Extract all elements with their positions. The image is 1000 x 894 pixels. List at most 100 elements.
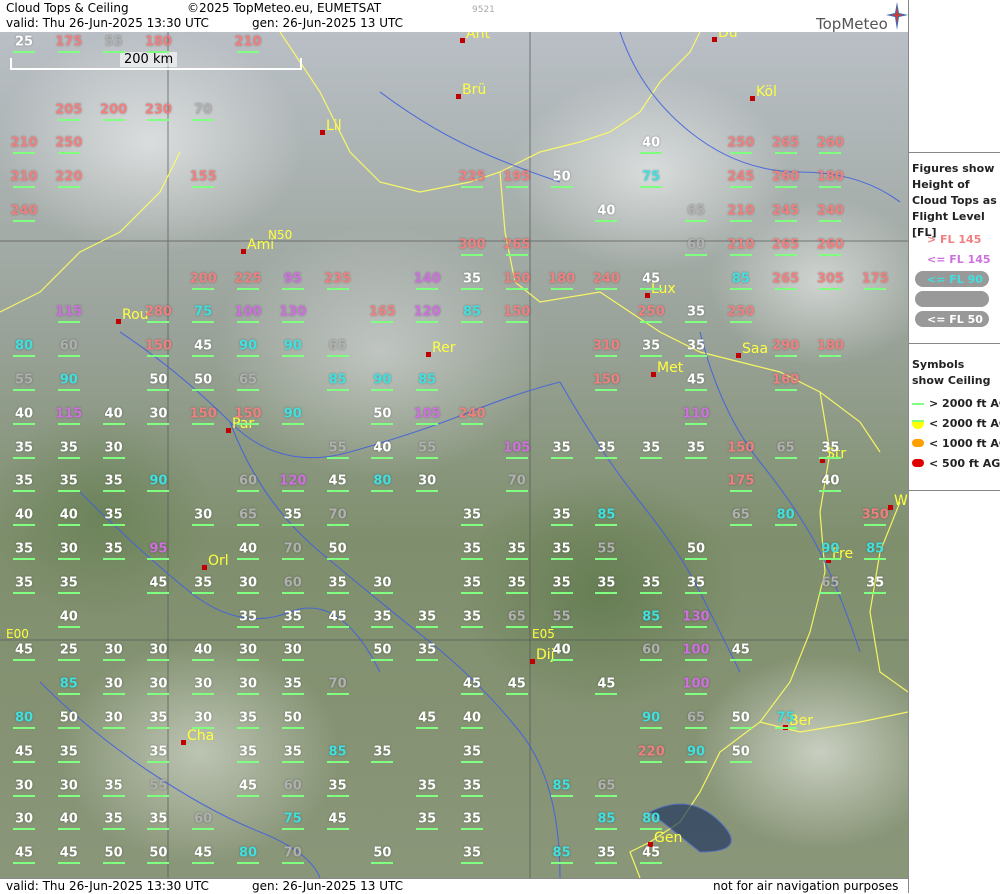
ceiling-line-symbol	[192, 591, 215, 594]
cloud-top-value: 30	[194, 710, 213, 726]
ceiling-line-symbol	[281, 490, 304, 493]
cloud-top-value: 90	[238, 338, 258, 354]
cloud-top-value: 265	[772, 237, 800, 253]
cloud-top-value: 45	[238, 778, 258, 794]
cloud-top-value: 75	[194, 304, 213, 320]
ceiling-line-symbol	[685, 422, 707, 425]
ceiling-line-symbol	[461, 591, 483, 594]
ceiling-line-symbol	[57, 355, 80, 358]
ceiling-line-symbol	[819, 490, 842, 493]
cloud-top-value: 150	[727, 440, 755, 456]
cloud-top-value: 55	[104, 34, 123, 50]
ceiling-line-symbol	[237, 355, 259, 358]
cloud-top-value: 45	[194, 845, 213, 861]
ceiling-line-symbol	[13, 186, 35, 189]
ceiling-line-symbol	[192, 389, 215, 391]
ceiling-line-symbol	[416, 456, 439, 459]
ceiling-line-symbol	[640, 625, 663, 628]
cloud-top-value: 50	[373, 845, 392, 861]
cloud-top-value: 35	[149, 811, 168, 827]
cloud-top-value: 35	[59, 440, 78, 456]
ceiling-line-symbol	[819, 558, 842, 560]
city-label: Gen	[654, 830, 683, 846]
cloud-top-value: 50	[552, 169, 571, 185]
symbol-legend-label: > 2000 ft AGL	[929, 397, 1000, 410]
cloud-top-value: 55	[552, 609, 571, 625]
ceiling-line-symbol	[147, 828, 170, 831]
cloud-top-value: 350	[861, 507, 889, 523]
ceiling-line-symbol	[57, 186, 80, 189]
ceiling-line-symbol	[147, 591, 170, 594]
cloud-top-value: 85	[597, 811, 616, 827]
ceiling-line-symbol	[57, 118, 80, 121]
cloud-top-value: 35	[328, 778, 347, 794]
cloud-top-value: 50	[194, 372, 213, 388]
cloud-top-value: 90	[373, 372, 392, 388]
ceiling-line-symbol	[281, 287, 304, 290]
ceiling-line-symbol	[774, 253, 797, 256]
ceiling-line-symbol	[505, 558, 528, 560]
cloud-top-value: 40	[373, 440, 392, 456]
satellite-map[interactable]: 200 km N50 E00 E05 Ant Dü Brü Köl Lil Ami Lux S…	[0, 32, 908, 878]
cloud-top-value: 35	[552, 440, 571, 456]
ceiling-line-symbol	[192, 828, 215, 831]
cloud-top-value: 80	[238, 845, 258, 861]
cloud-top-value: 300	[458, 237, 486, 253]
cloud-top-value: 45	[597, 676, 616, 692]
ceiling-line-symbol	[147, 422, 170, 425]
cloud-top-value: 50	[731, 710, 750, 726]
ceiling-line-symbol	[147, 862, 170, 865]
cloud-top-value: 30	[373, 575, 392, 591]
cloud-top-value: 265	[772, 271, 800, 287]
ceiling-line-symbol	[461, 862, 483, 865]
ceiling-line-symbol	[640, 727, 663, 729]
figures-legend-title: Figures show Height of Cloud Tops as Fli…	[912, 162, 997, 239]
generated-time: gen: 26-Jun-2025 13 UTC	[252, 16, 404, 30]
city-marker	[116, 319, 121, 324]
cloud-top-value: 35	[418, 778, 437, 794]
cloud-top-value: 35	[597, 845, 616, 861]
cloud-top-value: 50	[731, 744, 750, 760]
ceiling-line-symbol	[685, 253, 707, 256]
cloud-top-value: 240	[458, 406, 486, 422]
footer-bar: valid: Thu 26-Jun-2025 13:30 UTC gen: 26…	[0, 878, 908, 894]
cloud-top-value: 45	[14, 744, 34, 760]
ceiling-line-symbol	[102, 524, 125, 527]
ceiling-line-symbol	[147, 389, 170, 391]
ceiling-line-symbol	[281, 625, 304, 628]
ceiling-line-symbol	[416, 389, 439, 391]
ceiling-line-symbol	[192, 186, 215, 189]
map-overlay	[0, 32, 908, 878]
cloud-top-value: 35	[14, 473, 34, 489]
cloud-top-value: 180	[816, 338, 844, 354]
cloud-top-value: 35	[104, 507, 123, 523]
valid-time: valid: Thu 26-Jun-2025 13:30 UTC	[6, 16, 209, 30]
cloud-top-value: 65	[238, 507, 258, 523]
ceiling-line-symbol	[237, 625, 259, 628]
cloud-top-value: 50	[373, 642, 392, 658]
ceiling-line-symbol	[685, 659, 707, 662]
ceiling-line-symbol	[685, 321, 707, 324]
ceiling-line-symbol	[281, 659, 304, 662]
line-ceiling-icon	[912, 403, 924, 405]
ceiling-line-symbol	[729, 727, 752, 729]
cloud-top-value: 45	[59, 845, 78, 861]
cloud-top-value: 55	[418, 440, 437, 456]
cloud-top-value: 95	[283, 271, 302, 287]
ceiling-line-symbol	[685, 456, 707, 459]
city-marker	[181, 740, 186, 745]
cloud-top-value: 80	[642, 811, 661, 827]
cloud-top-value: 175	[861, 271, 889, 287]
cloud-top-value: 30	[194, 507, 213, 523]
cloud-top-value: 180	[144, 34, 172, 50]
ceiling-line-symbol	[640, 659, 663, 662]
footer-disclaimer: not for air navigation purposes	[713, 879, 899, 893]
cloud-top-value: 50	[328, 541, 347, 557]
cloud-top-value: 90	[686, 744, 706, 760]
ceiling-line-symbol	[192, 118, 215, 121]
ceiling-line-symbol	[281, 828, 304, 831]
ceiling-line-symbol	[13, 152, 35, 155]
ceiling-line-symbol	[237, 524, 259, 527]
ceiling-line-symbol	[147, 794, 170, 797]
ceiling-line-symbol	[416, 490, 439, 493]
